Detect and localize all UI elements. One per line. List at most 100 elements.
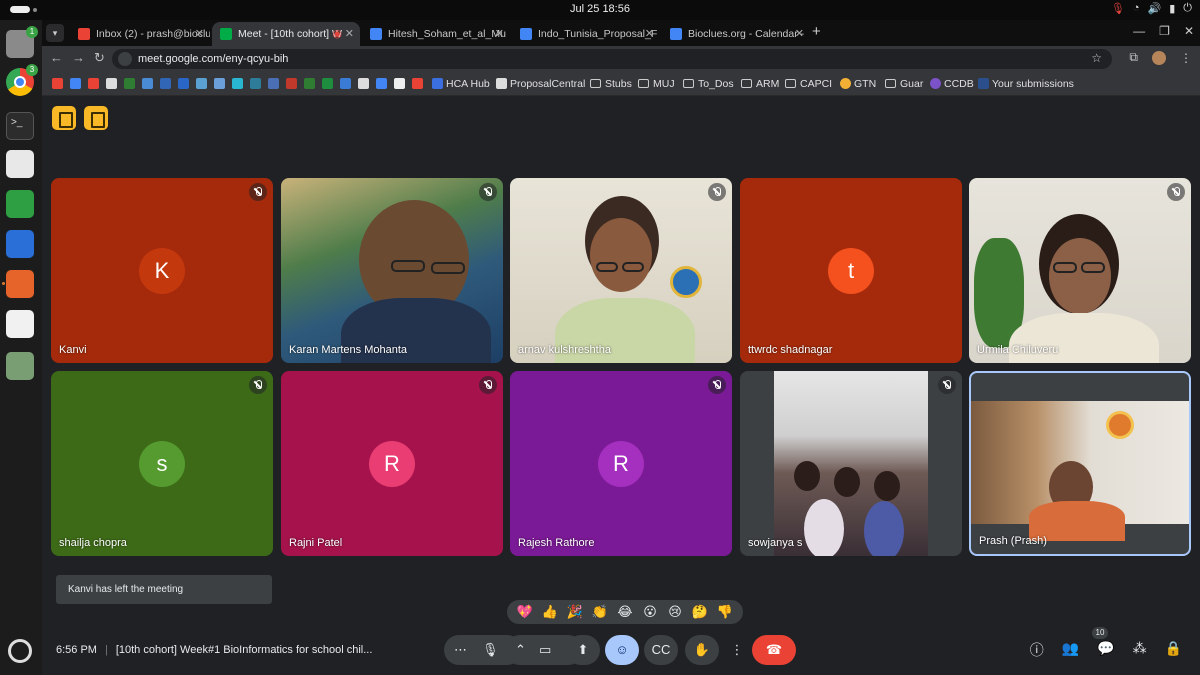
notes-app-icon[interactable]: [6, 310, 34, 338]
host-control-exit-button[interactable]: [84, 106, 108, 130]
bookmark-icon[interactable]: [376, 78, 387, 89]
bookmark-your-submissions[interactable]: Your submissions: [978, 76, 1074, 92]
bookmark-hca-hub[interactable]: HCA Hub: [432, 76, 490, 92]
bookmark-folder-capci[interactable]: CAPCI: [785, 76, 832, 92]
reaction-thinking-button[interactable]: 🤔: [690, 602, 710, 622]
bookmark-ccdb[interactable]: CCDB: [930, 76, 974, 92]
bookmark-proposalcentral[interactable]: ProposalCentral: [496, 76, 585, 92]
bookmark-star-icon[interactable]: ☆: [1091, 51, 1102, 65]
reaction-laugh-button[interactable]: 😂: [615, 602, 635, 622]
chevron-up-icon[interactable]: ⌃: [515, 642, 526, 657]
menu-icon[interactable]: ⋮: [1180, 51, 1192, 65]
captions-button[interactable]: CC: [644, 635, 678, 665]
reactions-button[interactable]: ☺: [605, 635, 639, 665]
more-options-button[interactable]: ⋮: [726, 635, 748, 665]
reaction-heart-button[interactable]: 💖: [515, 602, 535, 622]
participant-tile-rajesh[interactable]: R Rajesh Rathore: [510, 371, 732, 556]
activities-icon[interactable]: ⁂: [1133, 640, 1147, 660]
close-tab-icon[interactable]: ✕: [645, 22, 654, 46]
battery-icon[interactable]: ▮: [1169, 2, 1175, 15]
participant-tile-karan[interactable]: Karan Martens Mohanta: [281, 178, 503, 363]
site-info-icon[interactable]: [118, 52, 132, 66]
microphone-icon[interactable]: 🎙: [482, 635, 499, 665]
participant-tile-rajni[interactable]: R Rajni Patel: [281, 371, 503, 556]
present-screen-button[interactable]: ⬆: [566, 635, 600, 665]
reaction-sad-button[interactable]: 😢: [665, 602, 685, 622]
raise-hand-button[interactable]: ✋: [685, 635, 719, 665]
terminal-app-icon[interactable]: >_: [6, 112, 34, 140]
impress-app-icon[interactable]: [2, 270, 34, 298]
wifi-icon[interactable]: ◔: [1133, 2, 1140, 15]
writer-app-icon[interactable]: [6, 230, 34, 258]
close-tab-icon[interactable]: ✕: [195, 22, 204, 46]
bookmark-icon[interactable]: [268, 78, 279, 89]
leave-call-button[interactable]: ☎: [752, 635, 796, 665]
tab-calendar[interactable]: Bioclues.org - Calendar - ✕: [662, 22, 810, 46]
bookmark-icon[interactable]: [124, 78, 135, 89]
bookmark-folder-stubs[interactable]: Stubs: [590, 76, 632, 92]
microphone-icon[interactable]: 🎙: [1111, 2, 1125, 15]
meeting-title[interactable]: [10th cohort] Week#1 BioInformatics for …: [116, 644, 373, 656]
close-window-icon[interactable]: ✕: [1184, 24, 1194, 38]
bookmark-icon[interactable]: [52, 78, 63, 89]
participant-tile-urmila[interactable]: Urmila Chiluveru: [969, 178, 1191, 363]
back-icon[interactable]: ←: [50, 50, 63, 65]
gmail-bookmark-icon[interactable]: [88, 78, 99, 89]
people-icon[interactable]: 👥: [1062, 640, 1079, 660]
participant-tile-arnav[interactable]: arnav kulshreshtha: [510, 178, 732, 363]
tab-inbox[interactable]: Inbox (2) - prash@bioclue ✕: [70, 22, 210, 46]
system-tray[interactable]: 🎙 ◔ 🔊 ▮ ⏻: [1111, 2, 1192, 15]
trash-app-icon[interactable]: [6, 352, 34, 380]
bookmark-icon[interactable]: [286, 78, 297, 89]
linkedin-bookmark-icon[interactable]: [178, 78, 189, 89]
participant-tile-ttwrdc[interactable]: t ttwrdc shadnagar: [740, 178, 962, 363]
bookmark-icon[interactable]: [340, 78, 351, 89]
bookmark-icon[interactable]: [394, 78, 405, 89]
reaction-clap-button[interactable]: 👏: [590, 602, 610, 622]
reaction-party-button[interactable]: 🎉: [565, 602, 585, 622]
extensions-icon[interactable]: ⧉: [1129, 50, 1138, 65]
bookmark-gtn[interactable]: GTN: [840, 76, 876, 92]
tab-hitesh-doc[interactable]: Hitesh_Soham_et_al_Mu ✕: [362, 22, 510, 46]
sheets-bookmark-icon[interactable]: [322, 78, 333, 89]
host-controls-icon[interactable]: 🔒: [1165, 640, 1182, 660]
youtube-bookmark-icon[interactable]: [412, 78, 423, 89]
minimize-icon[interactable]: —: [1133, 24, 1145, 38]
bookmark-icon[interactable]: [304, 78, 315, 89]
x-bookmark-icon[interactable]: [106, 78, 117, 89]
bookmark-icon[interactable]: [232, 78, 243, 89]
volume-icon[interactable]: 🔊: [1148, 2, 1162, 15]
bookmark-icon[interactable]: [196, 78, 207, 89]
address-bar[interactable]: ☆: [112, 49, 1112, 69]
more-audio-icon[interactable]: ⋯: [454, 642, 467, 657]
text-editor-app-icon[interactable]: [6, 150, 34, 178]
tab-indo-tunisia-doc[interactable]: Indo_Tunisia_Proposal_F ✕: [512, 22, 660, 46]
bookmark-icon[interactable]: [358, 78, 369, 89]
participant-tile-prash[interactable]: Prash (Prash): [969, 371, 1191, 556]
reaction-thumbs-down-button[interactable]: 👎: [715, 602, 735, 622]
bookmark-icon[interactable]: [214, 78, 225, 89]
meeting-details-icon[interactable]: ⓘ: [1030, 640, 1044, 660]
participant-tile-kanvi[interactable]: K Kanvi: [51, 178, 273, 363]
close-tab-icon[interactable]: ✕: [345, 22, 354, 46]
files-app-icon[interactable]: 1: [6, 26, 38, 58]
calc-app-icon[interactable]: [6, 190, 34, 218]
url-input[interactable]: [138, 49, 638, 69]
reaction-surprised-button[interactable]: 😮: [640, 602, 660, 622]
chat-icon[interactable]: 💬: [1097, 640, 1114, 660]
close-tab-icon[interactable]: ✕: [795, 22, 804, 46]
power-icon[interactable]: ⏻: [1183, 2, 1192, 15]
bookmark-folder-arm[interactable]: ARM: [741, 76, 779, 92]
camera-icon[interactable]: ▭: [539, 635, 551, 665]
participant-tile-shailja[interactable]: s shailja chopra: [51, 371, 273, 556]
bookmark-folder-todos[interactable]: To_Dos: [683, 76, 734, 92]
bookmark-icon[interactable]: [70, 78, 81, 89]
system-clock[interactable]: Jul 25 18:56: [0, 3, 1200, 15]
chrome-app-icon[interactable]: 3: [6, 64, 38, 96]
reload-icon[interactable]: ↻: [94, 50, 105, 66]
bookmark-icon[interactable]: [250, 78, 261, 89]
bookmark-folder-muj[interactable]: MUJ: [638, 76, 675, 92]
participant-tile-sowjanya[interactable]: sowjanya s: [740, 371, 962, 556]
bookmark-icon[interactable]: [142, 78, 153, 89]
profile-avatar[interactable]: [1152, 50, 1166, 65]
